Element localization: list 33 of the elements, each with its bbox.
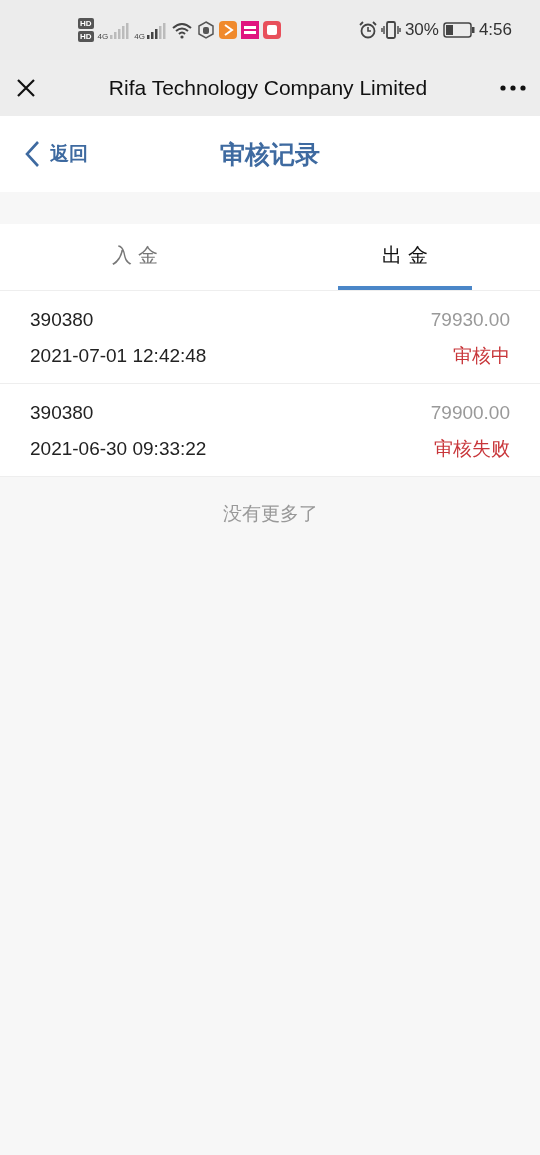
hd-badge: HD (78, 31, 94, 42)
amount: 79930.00 (430, 309, 510, 331)
more-icon (500, 85, 526, 91)
review-status: 审核失败 (434, 437, 510, 461)
back-button[interactable]: 返回 (20, 136, 92, 172)
record-row[interactable]: 390380 79930.00 2021-07-01 12:42:48 审核中 (0, 291, 540, 384)
battery-icon (442, 22, 475, 38)
clock-time: 4:56 (478, 20, 512, 40)
record-row[interactable]: 390380 79900.00 2021-06-30 09:33:22 审核失败 (0, 384, 540, 477)
wifi-icon (170, 21, 193, 39)
network-label: 4G (97, 32, 109, 41)
app-icon (240, 21, 259, 39)
amount: 79900.00 (430, 402, 510, 424)
tab[interactable]: 入 金 (68, 224, 202, 290)
app-icon (262, 21, 281, 39)
record-id: 390380 (30, 309, 94, 331)
no-more-text: 没有更多了 (222, 502, 318, 526)
vibrate-icon (380, 20, 401, 40)
signal-icon (146, 21, 167, 39)
review-status: 审核中 (453, 344, 510, 368)
battery-percent: 30% (404, 20, 439, 40)
hd-badge: HD (78, 18, 94, 29)
record-id: 390380 (30, 402, 94, 424)
record-time: 2021-06-30 09:33:22 (30, 438, 207, 460)
record-time: 2021-07-01 12:42:48 (30, 345, 207, 367)
page-title: 审核记录 (220, 138, 320, 170)
network-label: 4G (134, 32, 145, 41)
alarm-icon (358, 21, 377, 39)
close-icon (16, 78, 36, 98)
chevron-left-icon (24, 140, 40, 168)
play-icon (218, 21, 237, 39)
signal-icon (110, 21, 131, 39)
window-title: Rifa Technology Company Limited (107, 76, 429, 100)
